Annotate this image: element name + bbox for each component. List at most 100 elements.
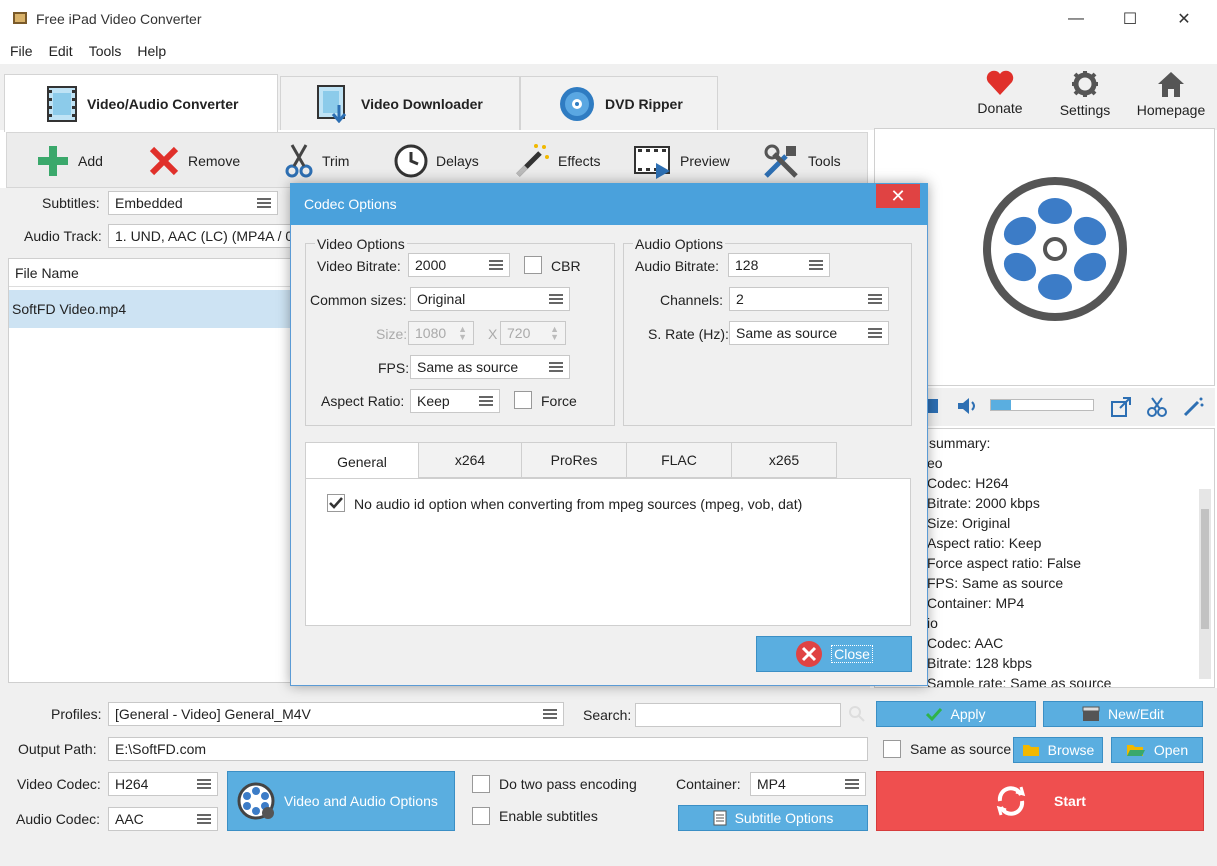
- remove-x-icon: [149, 146, 179, 176]
- menu-file[interactable]: File: [2, 43, 41, 59]
- dropdown-icon: [197, 814, 211, 824]
- dialog-title: Codec Options: [304, 196, 397, 212]
- magic-wand-icon[interactable]: [1182, 396, 1204, 418]
- film-reel-icon: [983, 177, 1127, 321]
- sample-rate-select[interactable]: Same as source: [729, 321, 889, 345]
- dialog-close-icon[interactable]: ✕: [876, 184, 920, 208]
- dialog-close-button[interactable]: Close: [756, 636, 912, 672]
- size-width-spinner[interactable]: 1080 ▲ ▼: [408, 321, 474, 345]
- subtitle-options-button[interactable]: Subtitle Options: [678, 805, 868, 831]
- stop-icon[interactable]: [928, 399, 938, 413]
- audio-track-select[interactable]: 1. UND, AAC (LC) (MP4A / 0X: [108, 224, 298, 248]
- enable-subtitles-checkbox[interactable]: [472, 807, 490, 825]
- delays-button[interactable]: Delays: [394, 142, 479, 180]
- tab-video-downloader[interactable]: Video Downloader: [280, 76, 520, 130]
- common-sizes-value: Original: [417, 291, 466, 307]
- new-edit-button[interactable]: New/Edit: [1043, 701, 1203, 727]
- minimize-button[interactable]: —: [1053, 0, 1099, 38]
- settings-button[interactable]: Settings: [1045, 70, 1125, 126]
- tab-dvd-ripper[interactable]: DVD Ripper: [520, 76, 718, 130]
- tab-x265[interactable]: x265: [731, 442, 837, 478]
- profiles-label: Profiles:: [51, 706, 102, 722]
- summary-line: Bitrate: 128 kbps: [927, 655, 1033, 671]
- summary-line: Size: Original: [927, 515, 1011, 531]
- video-codec-label: Video Codec:: [17, 776, 101, 792]
- scissors-icon[interactable]: [1146, 396, 1168, 418]
- volume-icon[interactable]: [956, 396, 978, 416]
- summary-line: Codec: H264: [927, 475, 1009, 491]
- close-window-button[interactable]: ✕: [1161, 0, 1207, 38]
- force-checkbox[interactable]: [514, 391, 532, 409]
- subtitle-options-label: Subtitle Options: [734, 810, 834, 826]
- channels-select[interactable]: 2: [729, 287, 889, 311]
- aspect-ratio-select[interactable]: Keep: [410, 389, 500, 413]
- cbr-checkbox[interactable]: [524, 256, 542, 274]
- video-audio-options-button[interactable]: Video and Audio Options: [227, 771, 455, 831]
- same-as-source-checkbox[interactable]: [883, 740, 901, 758]
- menu-edit[interactable]: Edit: [41, 43, 81, 59]
- homepage-button[interactable]: Homepage: [1131, 70, 1211, 126]
- audio-codec-value: AAC: [115, 811, 144, 827]
- clock-icon: [394, 144, 428, 178]
- profiles-select[interactable]: [General - Video] General_M4V: [108, 702, 564, 726]
- search-icon[interactable]: [848, 705, 866, 723]
- menu-tools[interactable]: Tools: [81, 43, 130, 59]
- heart-icon: [986, 70, 1014, 95]
- tab-prores[interactable]: ProRes: [521, 442, 627, 478]
- volume-slider[interactable]: [990, 399, 1094, 411]
- add-button[interactable]: Add: [36, 142, 103, 180]
- output-path-input[interactable]: E:\SoftFD.com: [108, 737, 868, 761]
- channels-label: Channels:: [660, 292, 724, 308]
- file-name-column-header[interactable]: File Name: [9, 259, 292, 287]
- external-icon[interactable]: [1110, 396, 1132, 418]
- summary-line: FPS: Same as source: [927, 575, 1064, 591]
- tab-video-audio-converter[interactable]: Video/Audio Converter: [4, 74, 278, 132]
- fps-select[interactable]: Same as source: [410, 355, 570, 379]
- video-bitrate-select[interactable]: 2000: [408, 253, 510, 277]
- video-codec-select[interactable]: H264: [108, 772, 218, 796]
- audio-bitrate-select[interactable]: 128: [728, 253, 830, 277]
- plus-icon: [38, 146, 68, 176]
- start-button[interactable]: Start: [876, 771, 1204, 831]
- size-height-spinner[interactable]: 720 ▲ ▼: [500, 321, 566, 345]
- summary-scrollbar[interactable]: [1199, 489, 1211, 679]
- download-film-icon: [317, 84, 347, 123]
- common-sizes-select[interactable]: Original: [410, 287, 570, 311]
- tab-general[interactable]: General: [305, 442, 419, 480]
- dropdown-icon: [257, 198, 271, 208]
- clapper-icon: [1082, 706, 1100, 721]
- donate-button[interactable]: Donate: [960, 70, 1040, 126]
- film-icon: [47, 85, 77, 122]
- tab-x264[interactable]: x264: [418, 442, 522, 478]
- force-label: Force: [541, 393, 577, 409]
- trim-label: Trim: [322, 153, 350, 169]
- remove-button[interactable]: Remove: [148, 142, 240, 180]
- search-input[interactable]: [635, 703, 841, 727]
- tab-flac[interactable]: FLAC: [626, 442, 732, 478]
- audio-codec-select[interactable]: AAC: [108, 807, 218, 831]
- subtitles-select[interactable]: Embedded: [108, 191, 278, 215]
- two-pass-checkbox[interactable]: [472, 775, 490, 793]
- app-icon: [12, 10, 28, 26]
- container-select[interactable]: MP4: [750, 772, 866, 796]
- effects-button[interactable]: Effects: [514, 142, 601, 180]
- apply-button[interactable]: Apply: [876, 701, 1036, 727]
- summary-line: Aspect ratio: Keep: [927, 535, 1042, 551]
- enable-subtitles-label: Enable subtitles: [499, 808, 598, 824]
- folder-icon: [1022, 745, 1039, 756]
- dropdown-icon: [197, 779, 211, 789]
- tools-button[interactable]: Tools: [762, 142, 841, 180]
- two-pass-label: Do two pass encoding: [499, 776, 637, 792]
- open-button[interactable]: Open: [1111, 737, 1203, 763]
- trim-button[interactable]: Trim: [284, 142, 349, 180]
- audio-options-title: Audio Options: [633, 236, 725, 252]
- browse-button[interactable]: Browse: [1013, 737, 1103, 763]
- menu-help[interactable]: Help: [129, 43, 174, 59]
- file-row[interactable]: SoftFD Video.mp4: [9, 290, 292, 328]
- apply-label: Apply: [950, 706, 986, 722]
- tab-label: DVD Ripper: [605, 95, 683, 112]
- dialog-close-label: Close: [831, 645, 873, 663]
- preview-button[interactable]: Preview: [634, 142, 730, 180]
- no-audio-id-checkbox[interactable]: [327, 494, 345, 512]
- maximize-button[interactable]: ☐: [1107, 0, 1153, 38]
